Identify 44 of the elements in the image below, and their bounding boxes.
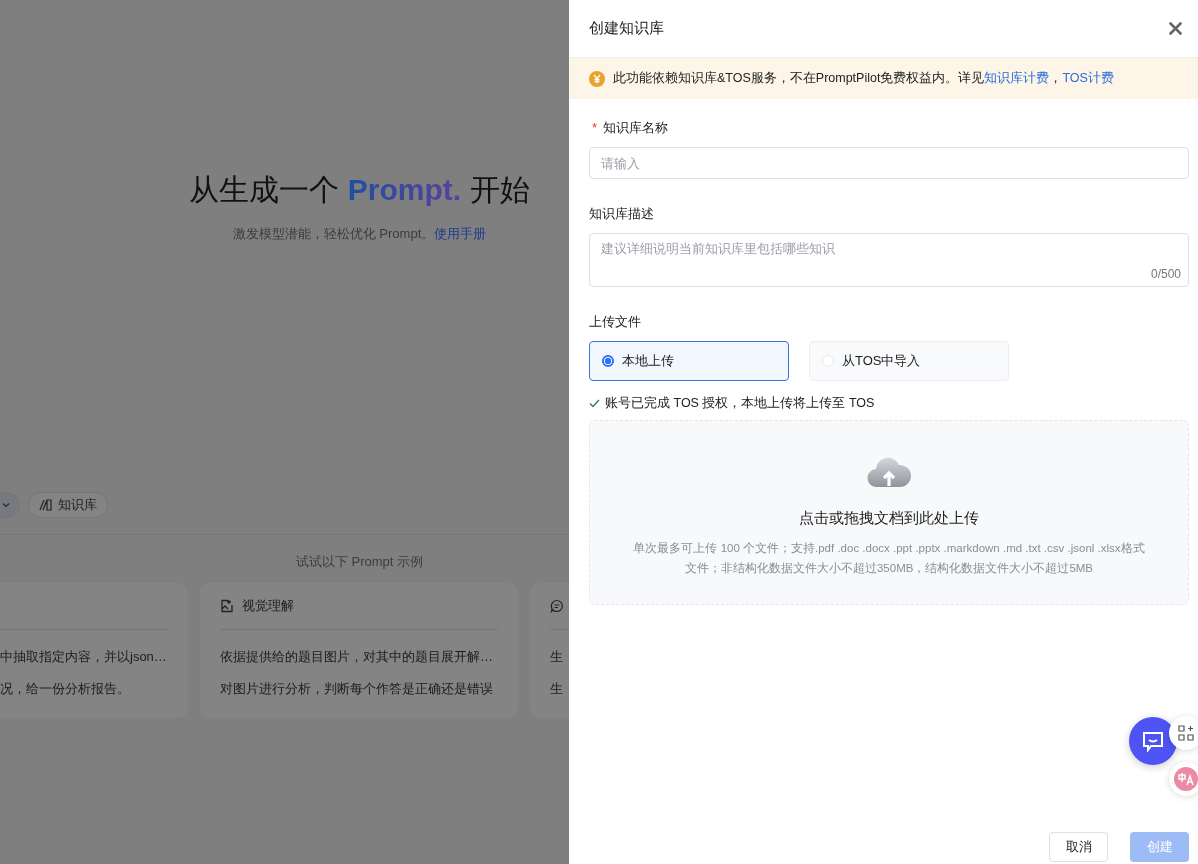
- card-text: 依据提供给的题目图片，对其中的题目展开解…: [220, 648, 494, 666]
- books-icon: [39, 498, 53, 512]
- card-text: 况，给一份分析报告。: [0, 680, 131, 698]
- card-text: 生: [550, 680, 564, 698]
- close-icon[interactable]: [1169, 22, 1182, 35]
- example-card[interactable]: 视觉理解 依据提供给的题目图片，对其中的题目展开解… 对图片进行分析，判断每个作答是正确还是错误: [200, 583, 518, 718]
- dropzone-hint: 单次最多可上传 100 个文件；支持.pdf .doc .docx .ppt .pptx .markdown .md .txt .csv .jsonl .xlsx格式文件；非结构化数据文件大小不超过350MB，结构化数据文件大小不超过5MB: [632, 541, 1146, 576]
- upload-option[interactable]: 本地上传: [589, 341, 789, 381]
- card-text: 中抽取指定内容，并以json…: [0, 648, 168, 666]
- auth-note: 账号已完成 TOS 授权，本地上传将上传至 TOS: [605, 395, 875, 412]
- upload-option[interactable]: 从TOS中导入: [809, 341, 1009, 381]
- translate-icon: [1174, 767, 1198, 791]
- card-text: 对图片进行分析，判断每个作答是正确还是错误: [220, 680, 494, 698]
- coin-icon: [589, 70, 605, 87]
- apps-button[interactable]: [1169, 716, 1198, 750]
- field-label: 知识库描述: [589, 205, 655, 223]
- image-icon: [220, 599, 234, 613]
- grid-plus-icon: [1178, 725, 1194, 741]
- chat-icon: [1142, 730, 1164, 752]
- card-text: 生: [550, 648, 564, 666]
- field-label: 上传文件: [589, 313, 642, 331]
- notice-text: 此功能依赖知识库&TOS服务，不在PromptPilot免费权益内。详见知识库计费，TOS计费: [613, 70, 1114, 87]
- cancel-button[interactable]: 取消: [1049, 832, 1108, 862]
- upload-dropzone[interactable]: 点击或拖拽文档到此处上传 单次最多可上传 100 个文件；支持.pdf .doc .docx .ppt .pptx .markdown .md .txt .csv .jsonl .xlsx格式文件；非结构化数据文件大小不超过350MB，结构化数据文件大小不超过5MB: [589, 420, 1189, 605]
- chat-icon: [550, 599, 564, 613]
- examples-heading: 试试以下 Prompt 示例: [294, 553, 425, 571]
- character-counter: 0/500: [1150, 267, 1181, 281]
- knowledge-base-chip[interactable]: 知识库: [28, 492, 108, 518]
- cloud-upload-icon: [867, 455, 911, 489]
- drawer-title: 创建知识库: [589, 19, 664, 38]
- name-input[interactable]: 请输入: [589, 147, 1189, 179]
- pricing-link[interactable]: TOS计费: [1062, 71, 1114, 85]
- dropzone-title: 点击或拖拽文档到此处上传: [799, 509, 979, 528]
- chevron-down-icon: [1, 500, 11, 510]
- card-title: 视觉理解: [242, 597, 294, 615]
- field-label: * 知识库名称: [591, 119, 670, 137]
- manual-link[interactable]: 使用手册: [434, 226, 487, 241]
- chat-assistant-button[interactable]: [1129, 717, 1177, 765]
- pricing-link[interactable]: 知识库计费: [984, 71, 1050, 85]
- example-card[interactable]: 中抽取指定内容，并以json… 况，给一份分析报告。: [0, 583, 188, 718]
- check-icon: [589, 399, 600, 408]
- hero-subtitle: 激发模型潜能，轻松优化 Prompt。使用手册: [231, 225, 488, 243]
- example-card[interactable]: 生 生: [530, 583, 569, 718]
- hero-title: 从生成一个 Prompt. 开始: [188, 172, 531, 208]
